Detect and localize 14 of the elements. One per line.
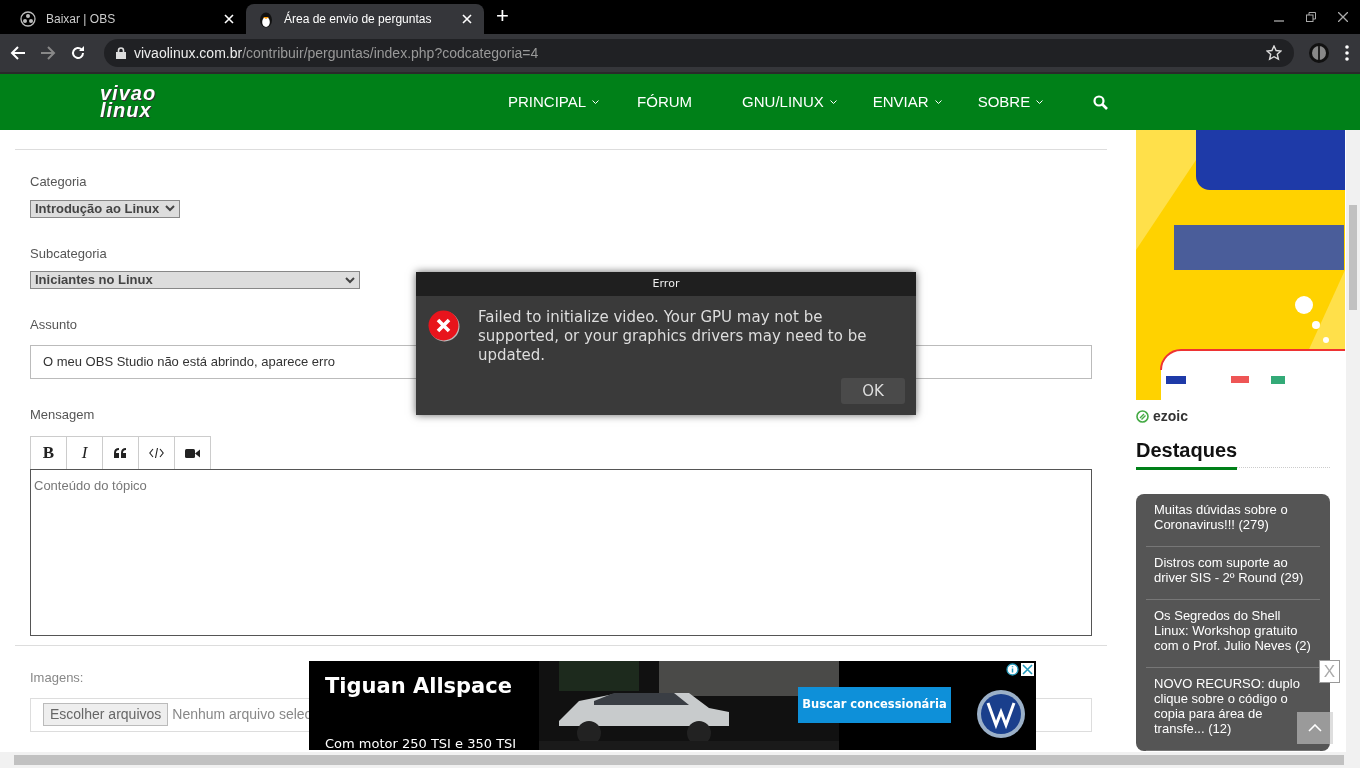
dialog-title: Error [416, 272, 916, 296]
field-label: Mensagem [30, 405, 95, 424]
ad-network-label: ezoic [1153, 407, 1188, 426]
tab-title: Baixar | OBS [46, 11, 117, 28]
field-label: Imagens: [30, 669, 84, 687]
field-label: Assunto [30, 316, 77, 334]
ad-subline: Com motor 250 TSI e 350 TSI [325, 735, 517, 750]
field-label: Subcategoria [30, 244, 107, 263]
tab-title: Área de envio de perguntas [284, 10, 433, 28]
field-label: Categoria [30, 173, 87, 191]
error-message: Failed to initialize video. Your GPU may not be supported, or your graphics drivers may need to be updated. [478, 308, 868, 365]
section-heading: Destaques [1136, 438, 1239, 463]
ad-headline: Tiguan Allspace [325, 673, 512, 700]
url-text: vivaolinux.com.br/contribuir/perguntas/index.php?codcategoria=4 [134, 43, 540, 63]
